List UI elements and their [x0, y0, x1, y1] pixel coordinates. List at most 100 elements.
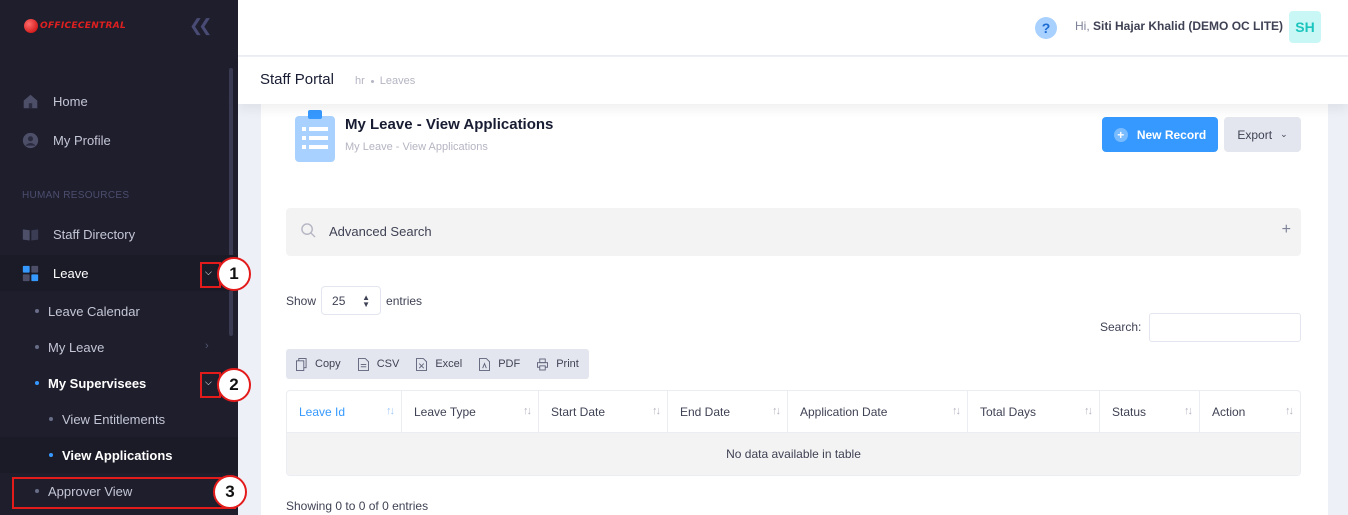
column-header-leave-type[interactable]: Leave Type ↑↓: [402, 391, 539, 433]
print-label: Print: [556, 358, 579, 370]
sort-icon: ↑↓: [1184, 405, 1193, 417]
copy-button[interactable]: Copy: [296, 357, 341, 371]
advanced-search-label: Advanced Search: [329, 224, 432, 239]
home-icon: [23, 94, 38, 108]
column-label: Total Days: [980, 405, 1037, 419]
sidebar: OFFICECENTRAL ❮❮ Home My Profile HUMAN R…: [0, 0, 238, 515]
page-title: Staff Portal: [260, 71, 334, 88]
subheader: Staff Portal hr Leaves: [238, 57, 1348, 104]
bullet-icon: [35, 345, 39, 349]
advanced-search-panel[interactable]: Advanced Search +: [286, 208, 1301, 256]
column-header-leave-id[interactable]: Leave Id ↑↓: [287, 391, 402, 433]
annotation-badge-3: 3: [213, 475, 247, 509]
entries-select[interactable]: 25 ▲ ▼: [321, 286, 382, 315]
clipboard-icon: [295, 110, 335, 162]
user-icon: [22, 132, 39, 148]
new-record-label: New Record: [1136, 127, 1207, 142]
export-label: Export: [1237, 127, 1273, 142]
breadcrumb-hr[interactable]: hr: [355, 75, 365, 87]
sidebar-section-heading: HUMAN RESOURCES: [22, 190, 130, 201]
main-card: My Leave - View Applications My Leave - …: [261, 104, 1328, 515]
sidebar-item-label: Leave: [53, 265, 89, 281]
logo-text: OFFICECENTRAL: [40, 21, 127, 31]
annotation-badge-2: 2: [217, 368, 251, 402]
officecentral-logo[interactable]: OFFICECENTRAL: [24, 19, 126, 33]
empty-table-message: No data available in table: [287, 433, 1300, 475]
sidebar-item-view-entitlements[interactable]: View Entitlements: [0, 410, 238, 428]
sort-icon: ↑↓: [952, 405, 961, 417]
expand-plus-icon[interactable]: +: [1282, 221, 1291, 239]
sidebar-item-label: My Profile: [53, 132, 111, 148]
sidebar-item-my-profile[interactable]: My Profile: [0, 130, 238, 150]
new-record-button[interactable]: + New Record: [1102, 117, 1218, 152]
logo-icon: [24, 19, 38, 33]
sidebar-item-leave-calendar[interactable]: Leave Calendar: [0, 302, 238, 320]
breadcrumb-leaves[interactable]: Leaves: [380, 75, 415, 87]
card-subtitle: My Leave - View Applications: [345, 141, 488, 153]
copy-label: Copy: [315, 358, 341, 370]
annotation-badge-1: 1: [217, 257, 251, 291]
bullet-icon: [49, 417, 53, 421]
column-header-status[interactable]: Status ↑↓: [1100, 391, 1200, 433]
column-label: Leave Type: [414, 405, 476, 419]
help-icon[interactable]: ?: [1035, 17, 1057, 39]
greeting-prefix: Hi,: [1075, 19, 1090, 33]
sidebar-item-label: View Entitlements: [62, 411, 166, 427]
updown-icon: ▲ ▼: [362, 292, 371, 309]
csv-label: CSV: [376, 358, 400, 370]
export-button[interactable]: Export ⌄: [1224, 117, 1301, 152]
csv-file-icon: [357, 357, 369, 371]
column-label: End Date: [680, 405, 731, 419]
chevron-right-icon: ›: [205, 340, 209, 352]
entries-length: Show 25 ▲ ▼ entries: [286, 286, 422, 315]
column-header-application-date[interactable]: Application Date ↑↓: [788, 391, 968, 433]
pdf-button[interactable]: PDF: [479, 357, 521, 371]
breadcrumb: hr Leaves: [355, 75, 415, 87]
column-label: Action: [1212, 405, 1246, 419]
bullet-icon: [35, 381, 39, 385]
breadcrumb-separator: [370, 79, 374, 83]
sidebar-item-view-applications[interactable]: View Applications: [0, 437, 238, 473]
column-header-action[interactable]: Action ↑↓: [1200, 391, 1300, 433]
sort-icon: ↑↓: [523, 405, 532, 417]
sort-icon: ↑↓: [772, 405, 781, 417]
bullet-icon: [49, 453, 53, 457]
user-greeting[interactable]: Hi, Siti Hajar Khalid (DEMO OC LITE): [1075, 19, 1283, 33]
sort-icon: ↑↓: [1084, 405, 1093, 417]
pdf-label: PDF: [498, 358, 521, 370]
column-header-start-date[interactable]: Start Date ↑↓: [539, 391, 668, 433]
entries-value: 25: [332, 293, 346, 308]
collapse-sidebar-icon[interactable]: ❮❮: [189, 16, 212, 36]
avatar[interactable]: SH: [1289, 11, 1321, 43]
search-icon: [301, 223, 316, 238]
chevron-down-icon: ⌄: [1280, 129, 1288, 139]
excel-button[interactable]: Excel: [416, 357, 463, 371]
sort-icon: ↑↓: [1285, 405, 1294, 417]
column-label: Status: [1112, 405, 1147, 419]
pdf-file-icon: [479, 357, 491, 371]
table-header-row: Leave Id ↑↓ Leave Type ↑↓ Start Date ↑↓ End…: [287, 391, 1300, 433]
datatable-buttons: Copy CSV Excel PDF Print: [286, 349, 589, 379]
copy-icon: [296, 357, 307, 371]
show-label: Show: [286, 293, 317, 308]
csv-button[interactable]: CSV: [357, 357, 400, 371]
sidebar-item-label: View Applications: [62, 447, 173, 463]
sidebar-item-label: Staff Directory: [53, 226, 136, 242]
entries-label: entries: [386, 293, 423, 308]
excel-file-icon: [416, 357, 428, 371]
sidebar-item-staff-directory[interactable]: Staff Directory: [0, 224, 238, 244]
sidebar-item-home[interactable]: Home: [0, 91, 238, 111]
column-label: Leave Id: [299, 405, 346, 419]
print-button[interactable]: Print: [537, 358, 579, 371]
search-label: Search:: [1100, 320, 1142, 334]
leave-applications-table: Leave Id ↑↓ Leave Type ↑↓ Start Date ↑↓ End…: [286, 390, 1301, 476]
sort-icon: ↑↓: [652, 405, 661, 417]
card-title: My Leave - View Applications: [345, 116, 554, 133]
plus-circle-icon: +: [1113, 127, 1128, 142]
sidebar-item-my-leave[interactable]: My Leave ›: [0, 338, 238, 356]
column-header-total-days[interactable]: Total Days ↑↓: [968, 391, 1100, 433]
printer-icon: [537, 358, 549, 370]
excel-label: Excel: [435, 358, 463, 370]
column-header-end-date[interactable]: End Date ↑↓: [668, 391, 788, 433]
table-search-input[interactable]: [1149, 313, 1301, 342]
